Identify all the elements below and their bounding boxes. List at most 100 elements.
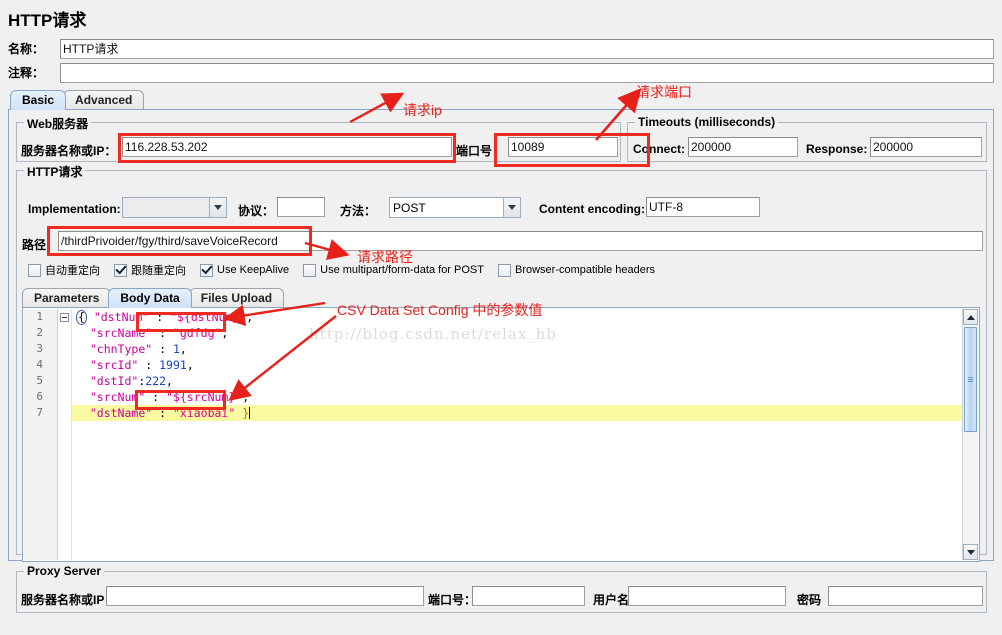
main-tabstrip: Basic Advanced — [10, 90, 145, 110]
chevron-down-icon[interactable] — [503, 198, 520, 217]
protocol-label: 协议： — [238, 204, 275, 218]
method-label: 方法： — [340, 204, 377, 218]
path-label: 路径： — [22, 238, 59, 252]
code-token: "dstNum" — [93, 310, 150, 324]
data-tabstrip: Parameters Body Data Files Upload — [22, 288, 285, 308]
code-token: "srcName" — [89, 326, 153, 340]
tab-basic[interactable]: Basic — [10, 90, 67, 110]
code-token: , — [221, 326, 229, 340]
code-line[interactable]: "srcName" : "gdfdg", — [72, 325, 978, 341]
code-line[interactable]: "dstId":222, — [72, 373, 978, 389]
server-name-input[interactable]: 116.228.53.202 — [122, 137, 452, 157]
body-data-editor[interactable]: 1 2 3 4 5 6 7 { "dstNum" : "${dstNum}", … — [22, 307, 980, 562]
code-token: 1991 — [159, 358, 187, 372]
editor-code-area[interactable]: { "dstNum" : "${dstNum}", "srcName" : "g… — [72, 309, 978, 560]
port-label: 端口号： — [456, 144, 505, 158]
checkbox-box[interactable] — [114, 263, 127, 277]
http-request-panel: HTTP请求 名称： HTTP请求 注释： Basic Advanced Web… — [0, 0, 1002, 635]
checkbox-follow-redirect[interactable]: 跟随重定向 — [114, 262, 186, 278]
code-token: , — [179, 342, 187, 356]
name-input[interactable]: HTTP请求 — [60, 38, 994, 59]
code-token: } — [242, 406, 250, 420]
comment-input[interactable] — [60, 62, 994, 83]
code-token: , — [246, 310, 254, 324]
line-number: 2 — [36, 326, 43, 339]
web-server-legend: Web服务器 — [24, 115, 92, 132]
checkbox-label: 自动重定向 — [45, 265, 100, 277]
code-token: 1 — [172, 342, 180, 356]
code-line[interactable]: "srcNum" : "${srcNum}", — [72, 389, 978, 405]
tab-body-data[interactable]: Body Data — [108, 288, 192, 308]
code-token: : — [149, 310, 171, 324]
checkbox-auto-redirect[interactable]: 自动重定向 — [28, 262, 100, 278]
code-token: "srcId" — [89, 358, 139, 372]
code-token: "dstId" — [89, 374, 139, 388]
line-number: 4 — [36, 358, 43, 371]
code-token: "chnType" — [89, 342, 153, 356]
connect-timeout-label: Connect: — [633, 142, 685, 156]
proxy-username-input[interactable] — [628, 586, 786, 606]
code-line[interactable]: "chnType" : 1, — [72, 341, 978, 357]
scroll-up-button[interactable] — [963, 309, 978, 325]
request-options-row: 自动重定向 跟随重定向 Use KeepAlive Use multipart/… — [28, 262, 655, 278]
proxy-server-name-input[interactable] — [106, 586, 424, 606]
code-line[interactable]: "dstName" : "xiaobai" } — [72, 405, 978, 421]
timeouts-legend: Timeouts (milliseconds) — [635, 115, 779, 129]
annotation-label-csv-config: CSV Data Set Config 中的参数值 — [337, 302, 543, 318]
port-input[interactable]: 10089 — [508, 137, 618, 157]
checkbox-label: Browser-compatible headers — [514, 264, 655, 276]
code-token: "${srcNum}" — [166, 390, 243, 404]
method-combo[interactable]: POST — [389, 197, 521, 218]
matching-brace-highlight: { — [76, 310, 87, 325]
checkbox-label: Use KeepAlive — [217, 264, 290, 276]
tab-parameters[interactable]: Parameters — [22, 288, 112, 308]
name-row: 名称： HTTP请求 — [8, 38, 994, 59]
checkbox-box[interactable] — [200, 263, 213, 277]
comment-label: 注释： — [8, 66, 45, 80]
checkbox-box[interactable] — [497, 263, 511, 277]
proxy-password-input[interactable] — [828, 586, 983, 606]
protocol-input[interactable] — [277, 197, 325, 217]
tab-advanced[interactable]: Advanced — [63, 90, 145, 110]
scrollbar-thumb[interactable] — [964, 327, 977, 432]
proxy-username-label: 用户名 — [593, 593, 630, 607]
editor-gutter: 1 2 3 4 5 6 7 — [24, 309, 58, 560]
checkbox-box[interactable] — [303, 263, 317, 277]
scroll-down-button[interactable] — [963, 544, 978, 560]
code-token: "gdfdg" — [172, 326, 222, 340]
checkbox-use-keepalive[interactable]: Use KeepAlive — [200, 263, 290, 277]
checkbox-box[interactable] — [28, 263, 41, 277]
proxy-port-input[interactable] — [472, 586, 585, 606]
code-token: : — [145, 390, 167, 404]
annotation-label-request-ip: 请求ip — [403, 102, 442, 118]
proxy-server-name-label: 服务器名称或IP： — [21, 593, 117, 607]
line-number: 3 — [36, 342, 43, 355]
path-input[interactable]: /thirdPrivoider/fgy/third/saveVoiceRecor… — [58, 231, 983, 251]
response-timeout-input[interactable]: 200000 — [870, 137, 982, 157]
annotation-label-request-path: 请求路径 — [357, 249, 413, 265]
collapse-fold-icon[interactable] — [60, 313, 69, 322]
content-encoding-input[interactable]: UTF-8 — [646, 197, 760, 217]
annotation-label-request-port: 请求端口 — [636, 84, 692, 100]
response-timeout-label: Response: — [806, 142, 868, 156]
editor-vertical-scrollbar[interactable] — [962, 309, 978, 560]
checkbox-browser-compatible-headers[interactable]: Browser-compatible headers — [497, 263, 655, 277]
text-cursor — [249, 407, 251, 419]
connect-timeout-input[interactable]: 200000 — [688, 137, 798, 157]
implementation-combo[interactable] — [122, 197, 227, 218]
tab-files-upload[interactable]: Files Upload — [188, 288, 285, 308]
editor-fold-column[interactable] — [58, 309, 72, 560]
chevron-down-icon[interactable] — [209, 198, 226, 217]
code-token: "xiaobai" — [172, 406, 236, 420]
code-line[interactable]: "srcId" : 1991, — [72, 357, 978, 373]
code-token: : — [138, 358, 160, 372]
line-number: 7 — [36, 406, 43, 419]
code-token: "dstName" — [89, 406, 153, 420]
code-token: : — [152, 342, 173, 356]
